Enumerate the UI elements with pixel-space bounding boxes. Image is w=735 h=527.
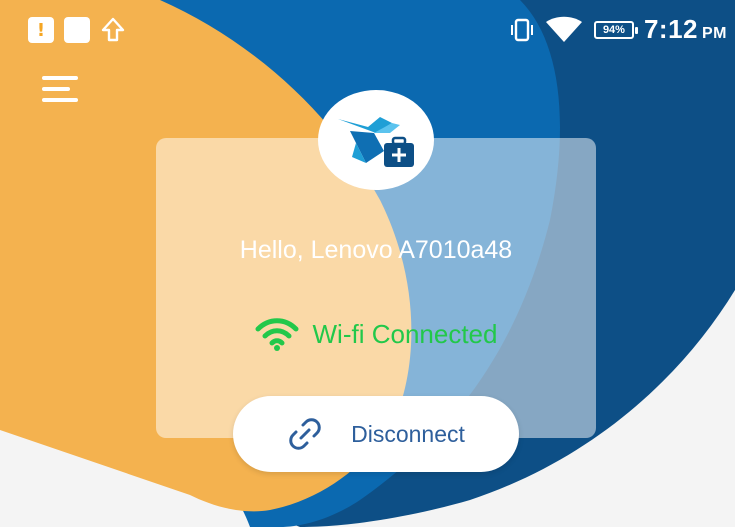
bird-with-medical-kit-logo-icon — [338, 117, 414, 167]
battery-indicator: 94% — [593, 20, 638, 39]
wifi-status-label: Wi-fi Connected — [312, 318, 498, 349]
upload-arrow-icon — [101, 17, 125, 42]
blank-notification-icon — [64, 17, 90, 43]
status-system-indicators: 94% 7:12 PM — [510, 14, 727, 45]
greeting-text: Hello, Lenovo A7010a48 — [239, 236, 513, 264]
alert-icon: ! — [28, 17, 54, 43]
status-notifications: ! — [28, 16, 126, 44]
wifi-status: Wi-fi Connected — [156, 316, 596, 352]
clock-time: 7:12 — [643, 14, 698, 44]
wifi-icon — [255, 318, 299, 351]
link-icon — [289, 418, 321, 450]
wifi-signal-icon — [545, 16, 582, 42]
app-logo — [318, 90, 434, 190]
clock-ampm: PM — [702, 25, 727, 42]
vibrate-icon — [510, 18, 533, 41]
disconnect-button-label: Disconnect — [351, 420, 465, 447]
disconnect-button[interactable]: Disconnect — [233, 396, 519, 472]
battery-level: 94% — [602, 23, 625, 36]
clock: 7:12 PM — [644, 14, 727, 45]
hamburger-menu-icon[interactable] — [42, 72, 82, 106]
status-bar: ! 94% 7:12 PM — [0, 0, 735, 60]
